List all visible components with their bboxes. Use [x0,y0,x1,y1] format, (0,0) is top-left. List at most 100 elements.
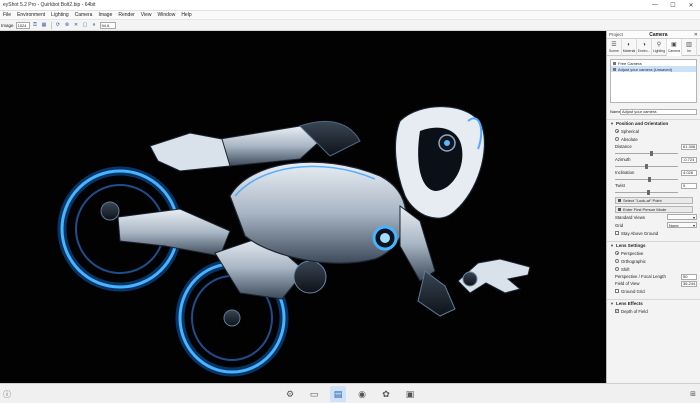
stay-above-ground-row[interactable]: Stay Above Ground [607,229,700,237]
inclination-slider[interactable] [607,176,700,182]
menu-environment[interactable]: Environment [14,12,48,18]
ground-grid-row[interactable]: Ground Grid [607,287,700,295]
tab-environment[interactable]: ◑ Enviro... [637,39,652,56]
render-icon[interactable]: ◉ [354,386,370,402]
field-of-view-input[interactable]: 36.244 [681,280,697,287]
radio-button[interactable] [615,137,619,141]
panel-project-label[interactable]: Project [609,32,623,37]
camera-panel: Project Camera ✕ ☰ Scene ◐ Material ◑ En… [606,31,700,383]
depth-of-field-row[interactable]: Depth of Field [607,307,700,315]
first-person-button[interactable]: Enter First Person Mode [615,206,693,213]
section-position-orientation[interactable]: ▼ Position and Orientation [607,119,700,127]
window-title: eyShot 5.2 Pro - Quirkbot Bolt2.bip - 64… [3,2,96,8]
walk-icon [618,208,621,211]
panel-close-icon[interactable]: ✕ [694,32,698,38]
azimuth-input[interactable]: -0.724 [681,156,697,163]
camera-name-input[interactable]: Adjust your camera [620,108,697,115]
scene-icon: ☰ [611,42,617,48]
tab-image[interactable]: ▥ Im [682,39,697,56]
depth-of-field-checkbox[interactable] [615,308,619,314]
lock-icon[interactable]: ⚿ [32,22,39,29]
image-icon: ▥ [686,42,692,48]
radio-orthographic[interactable]: Orthographic [607,257,700,265]
slider-knob[interactable] [646,189,650,195]
section-lens-effects[interactable]: ▼ Lens Effects [607,299,700,307]
azimuth-slider[interactable] [607,163,700,169]
image-label: Image [1,22,14,28]
grid-row: Grid None ▾ [615,222,697,228]
tab-camera[interactable]: ▣ Camera [667,39,682,56]
project-icon[interactable]: ▤ [330,386,346,402]
panel-tabs: ☰ Scene ◐ Material ◑ Enviro... ⚲ Lightin… [607,39,700,56]
robot-knee [293,260,327,294]
target-icon [618,199,621,202]
radio-spherical[interactable]: Spherical [607,127,700,135]
camera-item-icon [613,67,616,71]
zoom-field[interactable]: 94.6 [99,21,116,29]
camera-list[interactable]: Free Camera Adjust your camera (Unsaved) [610,59,697,103]
menu-view[interactable]: View [138,12,155,18]
radio-button[interactable] [615,251,619,255]
layout-icon[interactable]: ⊞ [690,390,696,398]
ground-grid-checkbox[interactable] [615,289,619,293]
twist-input[interactable]: 0 [681,182,697,189]
radio-button[interactable] [615,267,619,271]
slider-knob[interactable] [645,163,649,169]
radio-perspective[interactable]: Perspective [607,249,700,257]
standard-views-dropdown[interactable]: ▾ [667,214,697,220]
slider-knob[interactable] [647,176,651,182]
menu-render[interactable]: Render [115,12,137,18]
separator [50,21,52,29]
render-viewport[interactable] [0,31,606,383]
image-size-select[interactable]: 1024 [15,21,30,29]
maximize-button[interactable]: ☐ [664,0,682,11]
menu-file[interactable]: File [0,12,14,18]
distance-row: Distance 61.306 [615,143,697,150]
pause-icon[interactable]: ⏸ [91,22,98,29]
info-icon[interactable]: ⓘ [3,389,13,399]
distance-input[interactable]: 61.306 [681,143,697,150]
robot-wrist [462,271,478,287]
radio-shift[interactable]: Shift [607,265,700,273]
screenshot-icon[interactable]: ▣ [402,386,418,402]
focal-length-input[interactable]: 50 [681,273,697,280]
menu-help[interactable]: Help [178,12,194,18]
stay-above-ground-checkbox[interactable] [615,231,619,235]
select-lookat-button[interactable]: Select "Look-at" Point [615,197,693,204]
material-icon: ◐ [627,42,631,48]
menu-window[interactable]: Window [155,12,179,18]
menu-camera[interactable]: Camera [72,12,96,18]
robot-core-center [380,233,390,243]
menu-bar: File Environment Lighting Camera Image R… [0,11,700,20]
section-lens-settings[interactable]: ▼ Lens Settings [607,241,700,249]
menu-image[interactable]: Image [95,12,115,18]
twist-slider[interactable] [607,189,700,195]
import-icon[interactable]: ⚙ [282,386,298,402]
refresh-icon[interactable]: ⟳ [55,22,62,29]
field-of-view-row: Field of View 36.244 [615,280,697,287]
frame-icon[interactable]: ▢ [82,22,89,29]
close-button[interactable]: ✕ [682,0,700,11]
stop-icon[interactable]: ⊗ [64,22,71,29]
tab-scene[interactable]: ☰ Scene [607,39,622,56]
grid-icon[interactable]: ▦ [41,22,48,29]
minimize-button[interactable]: — [646,0,664,11]
keyshotvr-icon[interactable]: ✿ [378,386,394,402]
radio-button[interactable] [615,129,619,133]
grid-dropdown[interactable]: None ▾ [667,222,697,228]
tab-material[interactable]: ◐ Material [622,39,637,56]
collapse-arrow-icon: ▼ [610,301,614,306]
tab-lighting[interactable]: ⚲ Lighting [652,39,667,56]
chevron-down-icon: ▾ [692,222,695,228]
inclination-input[interactable]: 4.026 [681,169,697,176]
radio-absolute[interactable]: Absolute [607,135,700,143]
library-icon[interactable]: ▭ [306,386,322,402]
robot-eye-pupil [444,140,450,146]
distance-slider[interactable] [607,150,700,156]
chevron-down-icon: ▾ [692,214,695,220]
camera-list-item-selected[interactable]: Adjust your camera (Unsaved) [611,66,696,72]
slider-knob[interactable] [649,150,653,156]
camera-reset-icon[interactable]: ✕ [73,22,80,29]
radio-button[interactable] [615,259,619,263]
menu-lighting[interactable]: Lighting [48,12,72,18]
